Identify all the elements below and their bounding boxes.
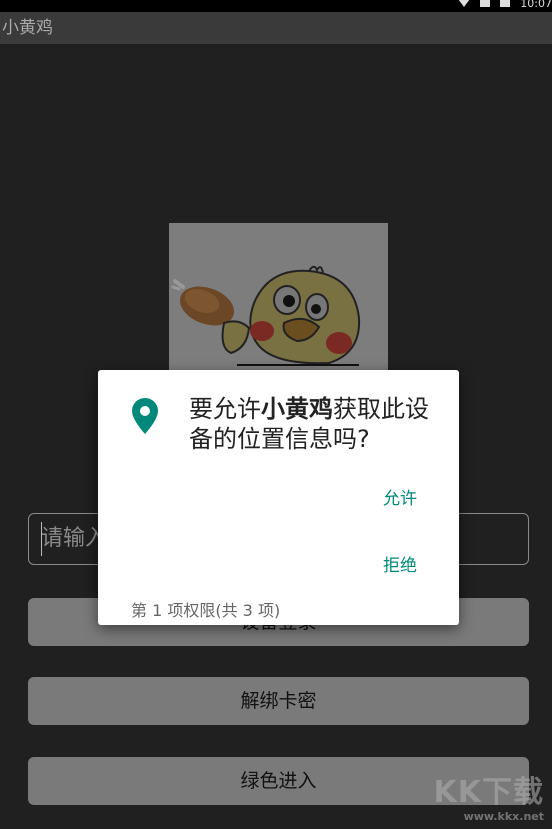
app-title: 小黄鸡 — [2, 18, 53, 38]
watermark-url: www.kkx.net — [463, 810, 544, 823]
status-time: 10:07 — [520, 0, 552, 10]
signal-icon — [480, 0, 491, 7]
deny-button[interactable]: 拒绝 — [383, 551, 417, 576]
dialog-msg-prefix: 要允许 — [189, 395, 261, 423]
watermark-brand: KK下载 — [433, 775, 544, 810]
status-icons: 10:07 — [458, 0, 552, 10]
dialog-app-name: 小黄鸡 — [261, 395, 333, 423]
wifi-icon — [458, 0, 471, 7]
text-cursor — [41, 522, 42, 556]
watermark: KK下载 www.kkx.net — [433, 775, 545, 824]
status-bar: 10:07 — [0, 0, 552, 12]
unbind-card-button[interactable]: 解绑卡密 — [28, 677, 529, 725]
mascot-image — [169, 223, 388, 373]
allow-button[interactable]: 允许 — [383, 484, 417, 509]
permission-counter: 第 1 项权限(共 3 项) — [131, 601, 281, 620]
dialog-message: 要允许小黄鸡获取此设备的位置信息吗? — [189, 394, 447, 454]
location-pin-icon — [132, 398, 158, 438]
location-permission-dialog: 要允许小黄鸡获取此设备的位置信息吗? 允许 拒绝 第 1 项权限(共 3 项) — [98, 370, 459, 625]
app-bar: 小黄鸡 — [0, 12, 552, 44]
battery-icon — [500, 0, 511, 7]
